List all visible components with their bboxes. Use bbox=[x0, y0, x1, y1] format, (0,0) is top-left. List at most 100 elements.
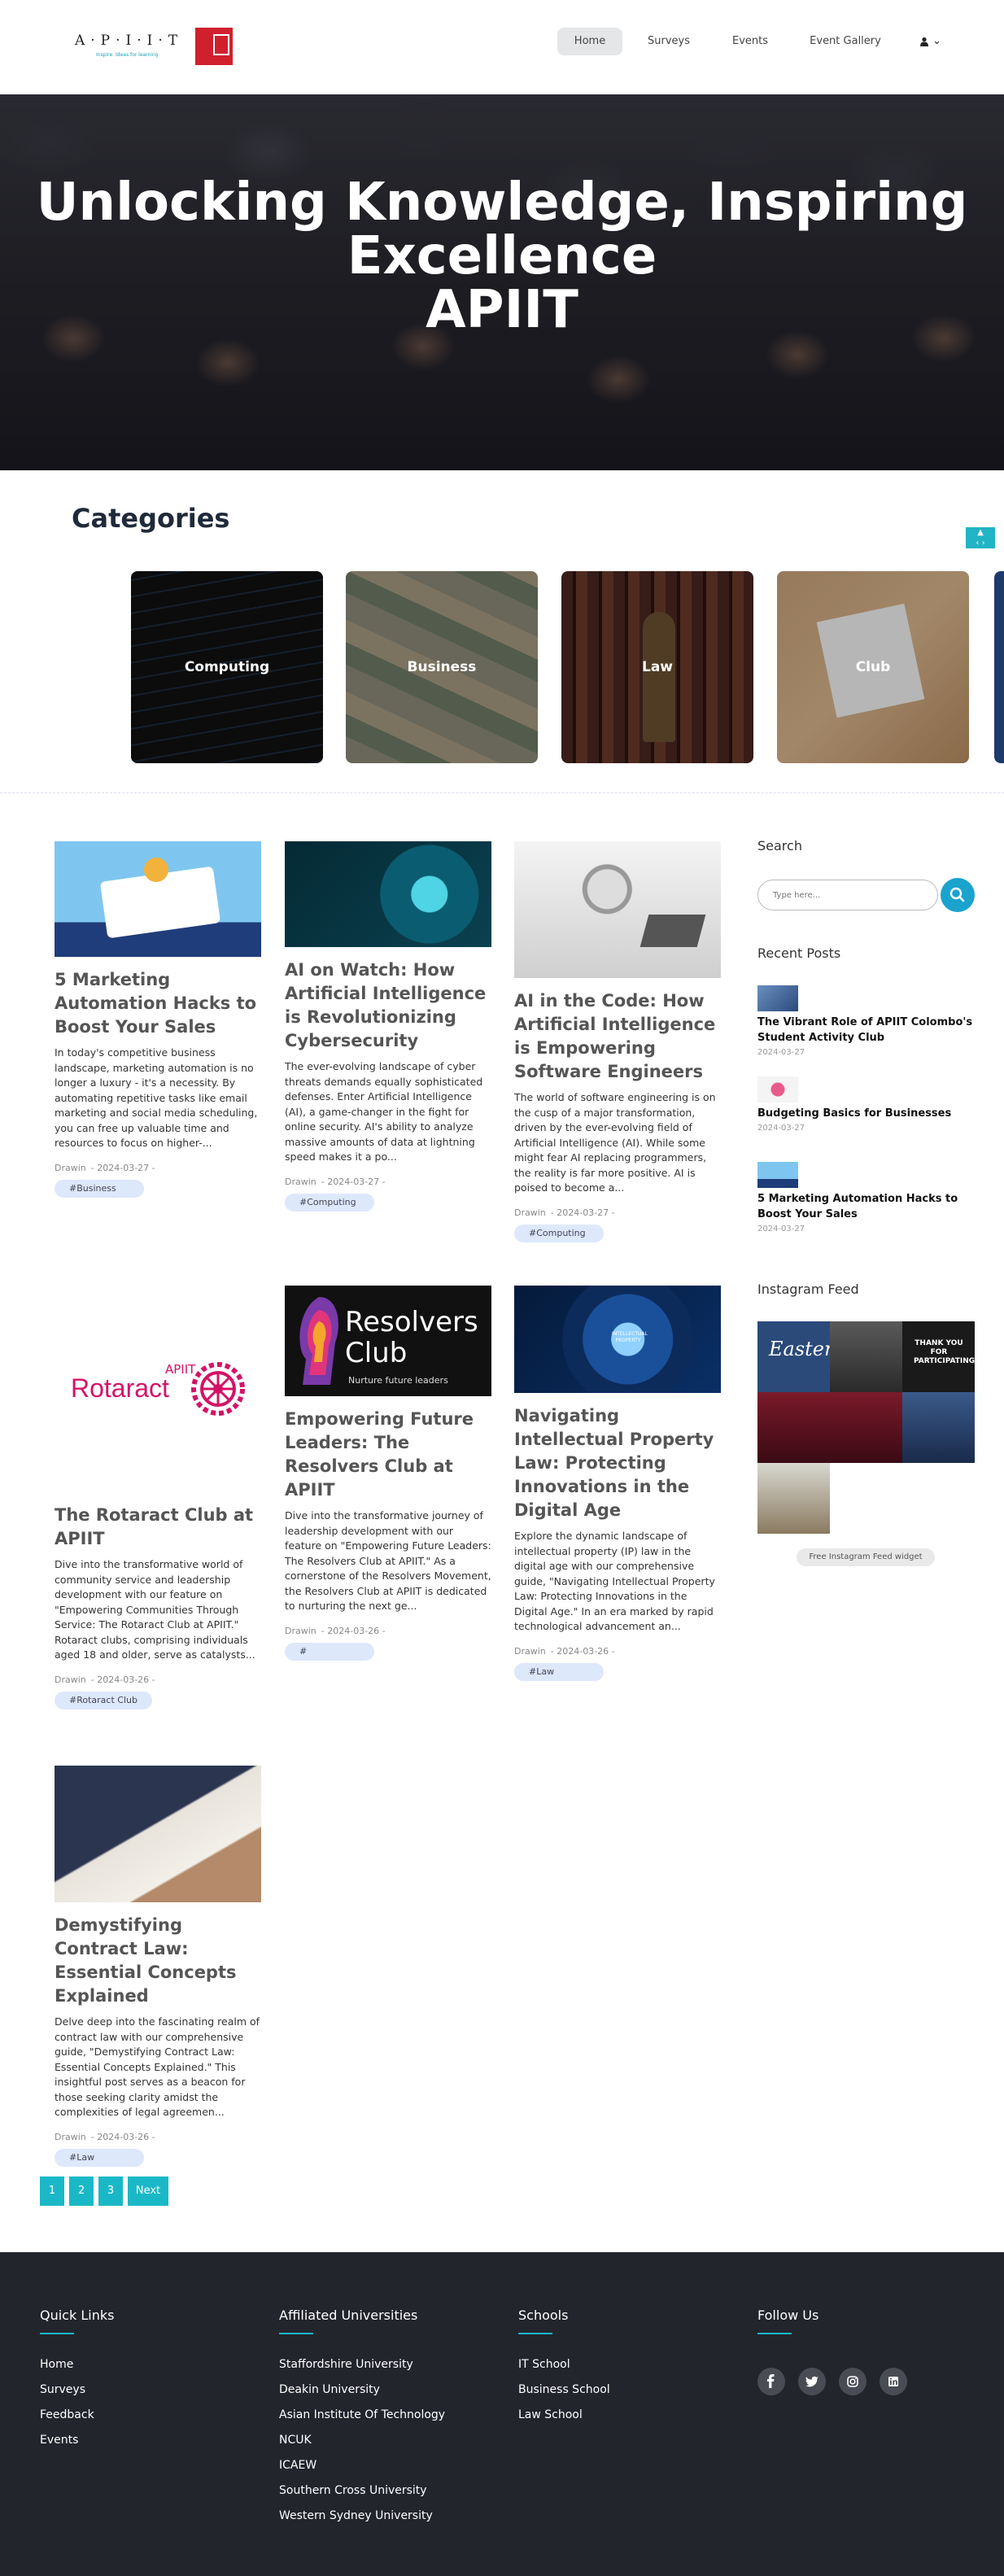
category-card-club[interactable]: Club bbox=[777, 571, 969, 763]
post-card[interactable]: INTELLECTUAL PROPERTY Navigating Intelle… bbox=[514, 1286, 721, 1681]
pagination-page-3[interactable]: 3 bbox=[98, 2177, 123, 2206]
instagram-feed-heading: Instagram Feed bbox=[757, 1281, 859, 1297]
footer-link-university[interactable]: Asian Institute Of Technology bbox=[279, 2403, 445, 2428]
post-title[interactable]: Demystifying Contract Law: Essential Con… bbox=[55, 1914, 261, 2008]
post-meta: Drawin - 2024-03-26 - bbox=[55, 1674, 261, 1685]
footer-link-school[interactable]: Business School bbox=[518, 2377, 610, 2403]
linkedin-icon[interactable] bbox=[880, 2368, 907, 2395]
instagram-post[interactable]: Easter bbox=[757, 1321, 833, 1392]
footer-heading: Quick Links bbox=[40, 2307, 115, 2323]
post-title[interactable]: Navigating Intellectual Property Law: Pr… bbox=[514, 1404, 721, 1522]
instagram-post[interactable] bbox=[830, 1321, 902, 1392]
recent-post-date: 2024-03-27 bbox=[757, 1225, 805, 1233]
facebook-icon[interactable] bbox=[757, 2368, 785, 2395]
nav-home[interactable]: Home bbox=[557, 28, 622, 55]
nav-events[interactable]: Events bbox=[716, 28, 784, 55]
footer-link-university[interactable]: ICAEW bbox=[279, 2453, 445, 2478]
post-title[interactable]: AI in the Code: How Artificial Intellige… bbox=[514, 989, 721, 1084]
post-date: - 2024-03-27 - bbox=[90, 1162, 155, 1173]
post-title[interactable]: 5 Marketing Automation Hacks to Boost Yo… bbox=[55, 968, 261, 1039]
search-heading: Search bbox=[757, 838, 802, 854]
post-excerpt: The ever-evolving landscape of cyber thr… bbox=[285, 1060, 483, 1163]
resolvers-tagline: Nurture future leaders bbox=[348, 1375, 448, 1386]
footer-link-university[interactable]: Staffordshire University bbox=[279, 2352, 445, 2377]
category-card-law[interactable]: Law bbox=[561, 571, 753, 763]
recent-post-date: 2024-03-27 bbox=[757, 1048, 805, 1057]
footer-link-feedback[interactable]: Feedback bbox=[40, 2403, 114, 2428]
post-excerpt: Delve deep into the fascinating realm of… bbox=[55, 2015, 260, 2118]
apiit-logo[interactable]: A·P·I·I·T Inspire. Ideas for learning bbox=[75, 31, 179, 63]
instagram-post[interactable] bbox=[902, 1392, 975, 1463]
instagram-post[interactable] bbox=[757, 1392, 830, 1463]
recent-post-item[interactable]: The Vibrant Role of APIIT Colombo's Stud… bbox=[757, 985, 977, 1057]
nav-event-gallery[interactable]: Event Gallery bbox=[799, 28, 892, 55]
post-tag[interactable]: #Business bbox=[55, 1179, 144, 1198]
post-title[interactable]: The Rotaract Club at APIIT bbox=[55, 1504, 261, 1551]
post-card[interactable]: APIIT Rotaract The Rotaract Club at APII… bbox=[55, 1286, 261, 1709]
post-tag[interactable]: #Law bbox=[514, 1662, 604, 1681]
post-date: - 2024-03-26 - bbox=[321, 1625, 386, 1636]
footer-link-events[interactable]: Events bbox=[40, 2428, 114, 2453]
category-label: Club bbox=[777, 571, 969, 763]
footer-link-university[interactable]: Western Sydney University bbox=[279, 2504, 445, 2529]
post-tag[interactable]: #Rotaract Club bbox=[55, 1691, 152, 1709]
instagram-post[interactable] bbox=[830, 1392, 902, 1463]
post-tag[interactable]: # bbox=[285, 1642, 374, 1661]
recent-post-item[interactable]: 5 Marketing Automation Hacks to Boost Yo… bbox=[757, 1162, 977, 1233]
post-date: - 2024-03-26 - bbox=[90, 2131, 155, 2142]
post-meta: Drawin - 2024-03-26 - bbox=[55, 2132, 261, 2142]
search-input[interactable] bbox=[757, 880, 938, 910]
user-menu-button[interactable]: ⌄ bbox=[919, 29, 952, 54]
instagram-post[interactable] bbox=[757, 1463, 830, 1534]
post-tag[interactable]: #Law bbox=[55, 2148, 144, 2167]
post-meta: Drawin - 2024-03-26 - bbox=[285, 1626, 491, 1636]
resolvers-wordmark: Resolvers bbox=[345, 1306, 478, 1338]
post-title[interactable]: Empowering Future Leaders: The Resolvers… bbox=[285, 1408, 491, 1502]
post-card[interactable]: 5 Marketing Automation Hacks to Boost Yo… bbox=[55, 841, 261, 1198]
post-tag[interactable]: #Computing bbox=[285, 1193, 374, 1212]
post-image[interactable] bbox=[514, 841, 721, 978]
category-card-business[interactable]: Business bbox=[346, 571, 538, 763]
footer-link-university[interactable]: NCUK bbox=[279, 2428, 445, 2453]
recent-post-thumbnail[interactable] bbox=[757, 1076, 798, 1102]
pagination-page-1[interactable]: 1 bbox=[40, 2177, 64, 2206]
post-image[interactable]: APIIT Rotaract bbox=[55, 1286, 261, 1492]
category-label: Computing bbox=[131, 571, 323, 763]
post-card[interactable]: AI on Watch: How Artificial Intelligence… bbox=[285, 841, 491, 1212]
footer-link-university[interactable]: Deakin University bbox=[279, 2377, 445, 2403]
recent-post-title[interactable]: 5 Marketing Automation Hacks to Boost Yo… bbox=[757, 1191, 977, 1222]
recent-post-title[interactable]: The Vibrant Role of APIIT Colombo's Stud… bbox=[757, 1015, 977, 1046]
pagination-next-button[interactable]: Next bbox=[128, 2177, 168, 2206]
instagram-icon[interactable] bbox=[839, 2368, 866, 2395]
search-button[interactable] bbox=[941, 878, 975, 912]
category-card-next-peek[interactable] bbox=[994, 571, 1004, 763]
instagram-post-text: THANK YOU FOR PARTICIPATING bbox=[914, 1339, 976, 1365]
recent-post-title[interactable]: Budgeting Basics for Businesses bbox=[757, 1106, 977, 1121]
recent-post-thumbnail[interactable] bbox=[757, 1162, 798, 1188]
post-title[interactable]: AI on Watch: How Artificial Intelligence… bbox=[285, 958, 491, 1053]
post-tag[interactable]: #Computing bbox=[514, 1224, 604, 1242]
post-card[interactable]: Resolvers Club Nurture future leaders Em… bbox=[285, 1286, 491, 1661]
post-image[interactable]: Resolvers Club Nurture future leaders bbox=[285, 1286, 491, 1396]
footer-link-school[interactable]: IT School bbox=[518, 2352, 610, 2377]
recent-post-date: 2024-03-27 bbox=[757, 1124, 805, 1133]
footer-link-university[interactable]: Southern Cross University bbox=[279, 2478, 445, 2504]
instagram-post[interactable]: THANK YOU FOR PARTICIPATING bbox=[902, 1321, 975, 1392]
twitter-icon[interactable] bbox=[798, 2368, 826, 2395]
carousel-nav-button[interactable]: ▲ ‹ › bbox=[966, 527, 995, 548]
post-image[interactable] bbox=[55, 841, 261, 957]
footer-link-surveys[interactable]: Surveys bbox=[40, 2377, 114, 2403]
post-image[interactable]: INTELLECTUAL PROPERTY bbox=[514, 1286, 721, 1393]
recent-post-item[interactable]: Budgeting Basics for Businesses 2024-03-… bbox=[757, 1076, 977, 1133]
footer-link-school[interactable]: Law School bbox=[518, 2403, 610, 2428]
post-card[interactable]: AI in the Code: How Artificial Intellige… bbox=[514, 841, 721, 1242]
post-image[interactable] bbox=[285, 841, 491, 947]
pagination-page-2[interactable]: 2 bbox=[69, 2177, 94, 2206]
post-image[interactable] bbox=[55, 1766, 261, 1902]
post-card[interactable]: Demystifying Contract Law: Essential Con… bbox=[55, 1766, 261, 2167]
instagram-widget-link[interactable]: Free Instagram Feed widget bbox=[797, 1548, 935, 1566]
recent-post-thumbnail[interactable] bbox=[757, 985, 798, 1011]
category-card-computing[interactable]: Computing bbox=[131, 571, 323, 763]
footer-link-home[interactable]: Home bbox=[40, 2352, 114, 2377]
nav-surveys[interactable]: Surveys bbox=[633, 28, 705, 55]
